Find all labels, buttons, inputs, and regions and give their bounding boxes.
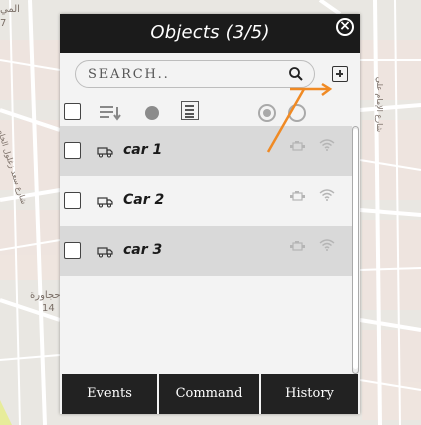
engine-icon bbox=[290, 191, 305, 201]
truck-icon bbox=[97, 147, 113, 158]
truck-icon bbox=[97, 247, 113, 258]
status-dot-icon[interactable] bbox=[145, 106, 159, 120]
objects-panel: Objects (3/5) × SEARCH.. car 1 Car 2 car… bbox=[60, 14, 360, 414]
select-all-checkbox[interactable] bbox=[64, 103, 81, 120]
engine-icon bbox=[290, 241, 305, 251]
object-checkbox[interactable] bbox=[64, 142, 81, 159]
command-button[interactable]: Command bbox=[159, 374, 259, 414]
map-label: شارع الإمام علي bbox=[375, 76, 385, 133]
object-name: car 1 bbox=[123, 142, 163, 158]
object-name: car 3 bbox=[123, 242, 163, 258]
map-label: 14 bbox=[42, 303, 55, 314]
add-object-button[interactable] bbox=[332, 66, 348, 82]
history-button[interactable]: History bbox=[261, 374, 358, 414]
map-label: حجاورة bbox=[30, 290, 61, 301]
object-name: Car 2 bbox=[123, 192, 165, 208]
sort-icon[interactable] bbox=[100, 105, 122, 121]
target-icon[interactable] bbox=[258, 104, 276, 122]
list-toolbar bbox=[60, 98, 360, 126]
signal-icon bbox=[319, 239, 335, 251]
close-button[interactable]: × bbox=[336, 18, 354, 36]
list-item[interactable]: car 1 bbox=[60, 126, 352, 176]
search-box bbox=[75, 60, 315, 88]
engine-icon bbox=[290, 141, 305, 151]
list-item[interactable]: Car 2 bbox=[60, 176, 352, 226]
list-view-icon[interactable] bbox=[181, 101, 199, 120]
truck-icon bbox=[97, 197, 113, 208]
signal-icon bbox=[319, 189, 335, 201]
map-label: المي bbox=[0, 4, 20, 15]
search-icon[interactable] bbox=[288, 66, 304, 82]
panel-footer: Events Command History bbox=[60, 374, 360, 414]
radio-icon[interactable] bbox=[288, 104, 306, 122]
list-item[interactable]: car 3 bbox=[60, 226, 352, 276]
close-icon: × bbox=[339, 18, 351, 34]
object-checkbox[interactable] bbox=[64, 242, 81, 259]
events-button[interactable]: Events bbox=[62, 374, 157, 414]
panel-title: Objects (3/5) bbox=[150, 22, 270, 43]
objects-list: car 1 Car 2 car 3 bbox=[60, 126, 352, 376]
panel-header: Objects (3/5) × bbox=[60, 14, 360, 53]
scrollbar-thumb[interactable] bbox=[353, 129, 358, 369]
search-input[interactable] bbox=[88, 64, 278, 84]
list-scrollbar[interactable] bbox=[352, 126, 359, 374]
signal-icon bbox=[319, 139, 335, 151]
object-checkbox[interactable] bbox=[64, 192, 81, 209]
map-label: 7 bbox=[0, 18, 7, 29]
